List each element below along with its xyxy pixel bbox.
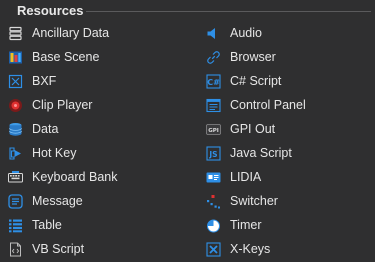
resource-item-message[interactable]: Message: [8, 190, 83, 212]
resource-label: VB Script: [32, 242, 85, 256]
resource-label: X-Keys: [230, 242, 271, 256]
resource-label: Clip Player: [32, 98, 93, 112]
resources-section-header: Resources: [0, 0, 375, 20]
bxf-icon: [8, 74, 23, 89]
message-icon: [8, 193, 23, 209]
ancillary-data-icon: [8, 26, 23, 41]
resource-item-vb-script[interactable]: VB Script: [8, 238, 84, 260]
base-scene-icon: [8, 50, 23, 65]
resource-label: Hot Key: [32, 146, 77, 160]
data-icon: [8, 122, 23, 137]
audio-icon: [206, 26, 221, 41]
resource-item-java-script[interactable]: JS Java Script: [206, 142, 292, 164]
vb-script-icon: [8, 242, 23, 257]
csharp-script-icon: C#: [206, 73, 221, 89]
gpi-out-icon: GPI: [206, 122, 221, 137]
control-panel-icon: [206, 98, 221, 113]
resource-label: Data: [32, 122, 59, 136]
switcher-icon: [206, 194, 221, 209]
resource-label: GPI Out: [230, 122, 276, 136]
resource-item-switcher[interactable]: Switcher: [206, 190, 278, 212]
svg-text:GPI: GPI: [208, 128, 219, 134]
resource-item-clip-player[interactable]: Clip Player: [8, 94, 92, 116]
resource-label: Browser: [230, 50, 276, 64]
resource-label: Timer: [230, 218, 262, 232]
clip-player-icon: [8, 98, 23, 113]
resource-item-gpi-out[interactable]: GPI GPI Out: [206, 118, 275, 140]
browser-icon: [206, 50, 221, 65]
resource-item-base-scene[interactable]: Base Scene: [8, 46, 99, 68]
resource-label: Message: [32, 194, 83, 208]
resource-item-table[interactable]: Table: [8, 214, 62, 236]
resource-item-bxf[interactable]: BXF: [8, 70, 56, 92]
resource-label: Ancillary Data: [32, 26, 110, 40]
keyboard-bank-icon: [8, 170, 23, 185]
resource-label: Audio: [230, 26, 262, 40]
section-title: Resources: [17, 3, 84, 18]
resource-item-audio[interactable]: Audio: [206, 22, 262, 44]
resource-label: Base Scene: [32, 50, 100, 64]
section-divider: [86, 11, 371, 12]
svg-text:JS: JS: [208, 150, 217, 159]
timer-icon: [206, 218, 221, 233]
resource-label: Switcher: [230, 194, 278, 208]
resource-label: Keyboard Bank: [32, 170, 118, 184]
resource-item-ancillary-data[interactable]: Ancillary Data: [8, 22, 109, 44]
resource-label: Control Panel: [230, 98, 306, 112]
resource-item-browser[interactable]: Browser: [206, 46, 276, 68]
java-script-icon: JS: [206, 145, 221, 161]
resource-label: C# Script: [230, 74, 282, 88]
resource-label: BXF: [32, 74, 57, 88]
hot-key-icon: [8, 146, 23, 161]
resource-item-x-keys[interactable]: X-Keys: [206, 238, 270, 260]
resources-panel: Resources Ancillary Data Base Scene BXF: [0, 0, 375, 262]
resource-label: Table: [32, 218, 62, 232]
resource-item-keyboard-bank[interactable]: Keyboard Bank: [8, 166, 117, 188]
resource-item-data[interactable]: Data: [8, 118, 58, 140]
resource-label: LIDIA: [230, 170, 262, 184]
resource-item-lidia[interactable]: LIDIA: [206, 166, 261, 188]
resource-item-timer[interactable]: Timer: [206, 214, 261, 236]
lidia-icon: [206, 170, 221, 185]
svg-text:C#: C#: [207, 78, 220, 87]
table-icon: [8, 218, 23, 233]
resource-item-control-panel[interactable]: Control Panel: [206, 94, 306, 116]
x-keys-icon: [206, 241, 221, 257]
resource-label: Java Script: [230, 146, 292, 160]
resource-item-csharp-script[interactable]: C# C# Script: [206, 70, 281, 92]
resource-item-hot-key[interactable]: Hot Key: [8, 142, 76, 164]
